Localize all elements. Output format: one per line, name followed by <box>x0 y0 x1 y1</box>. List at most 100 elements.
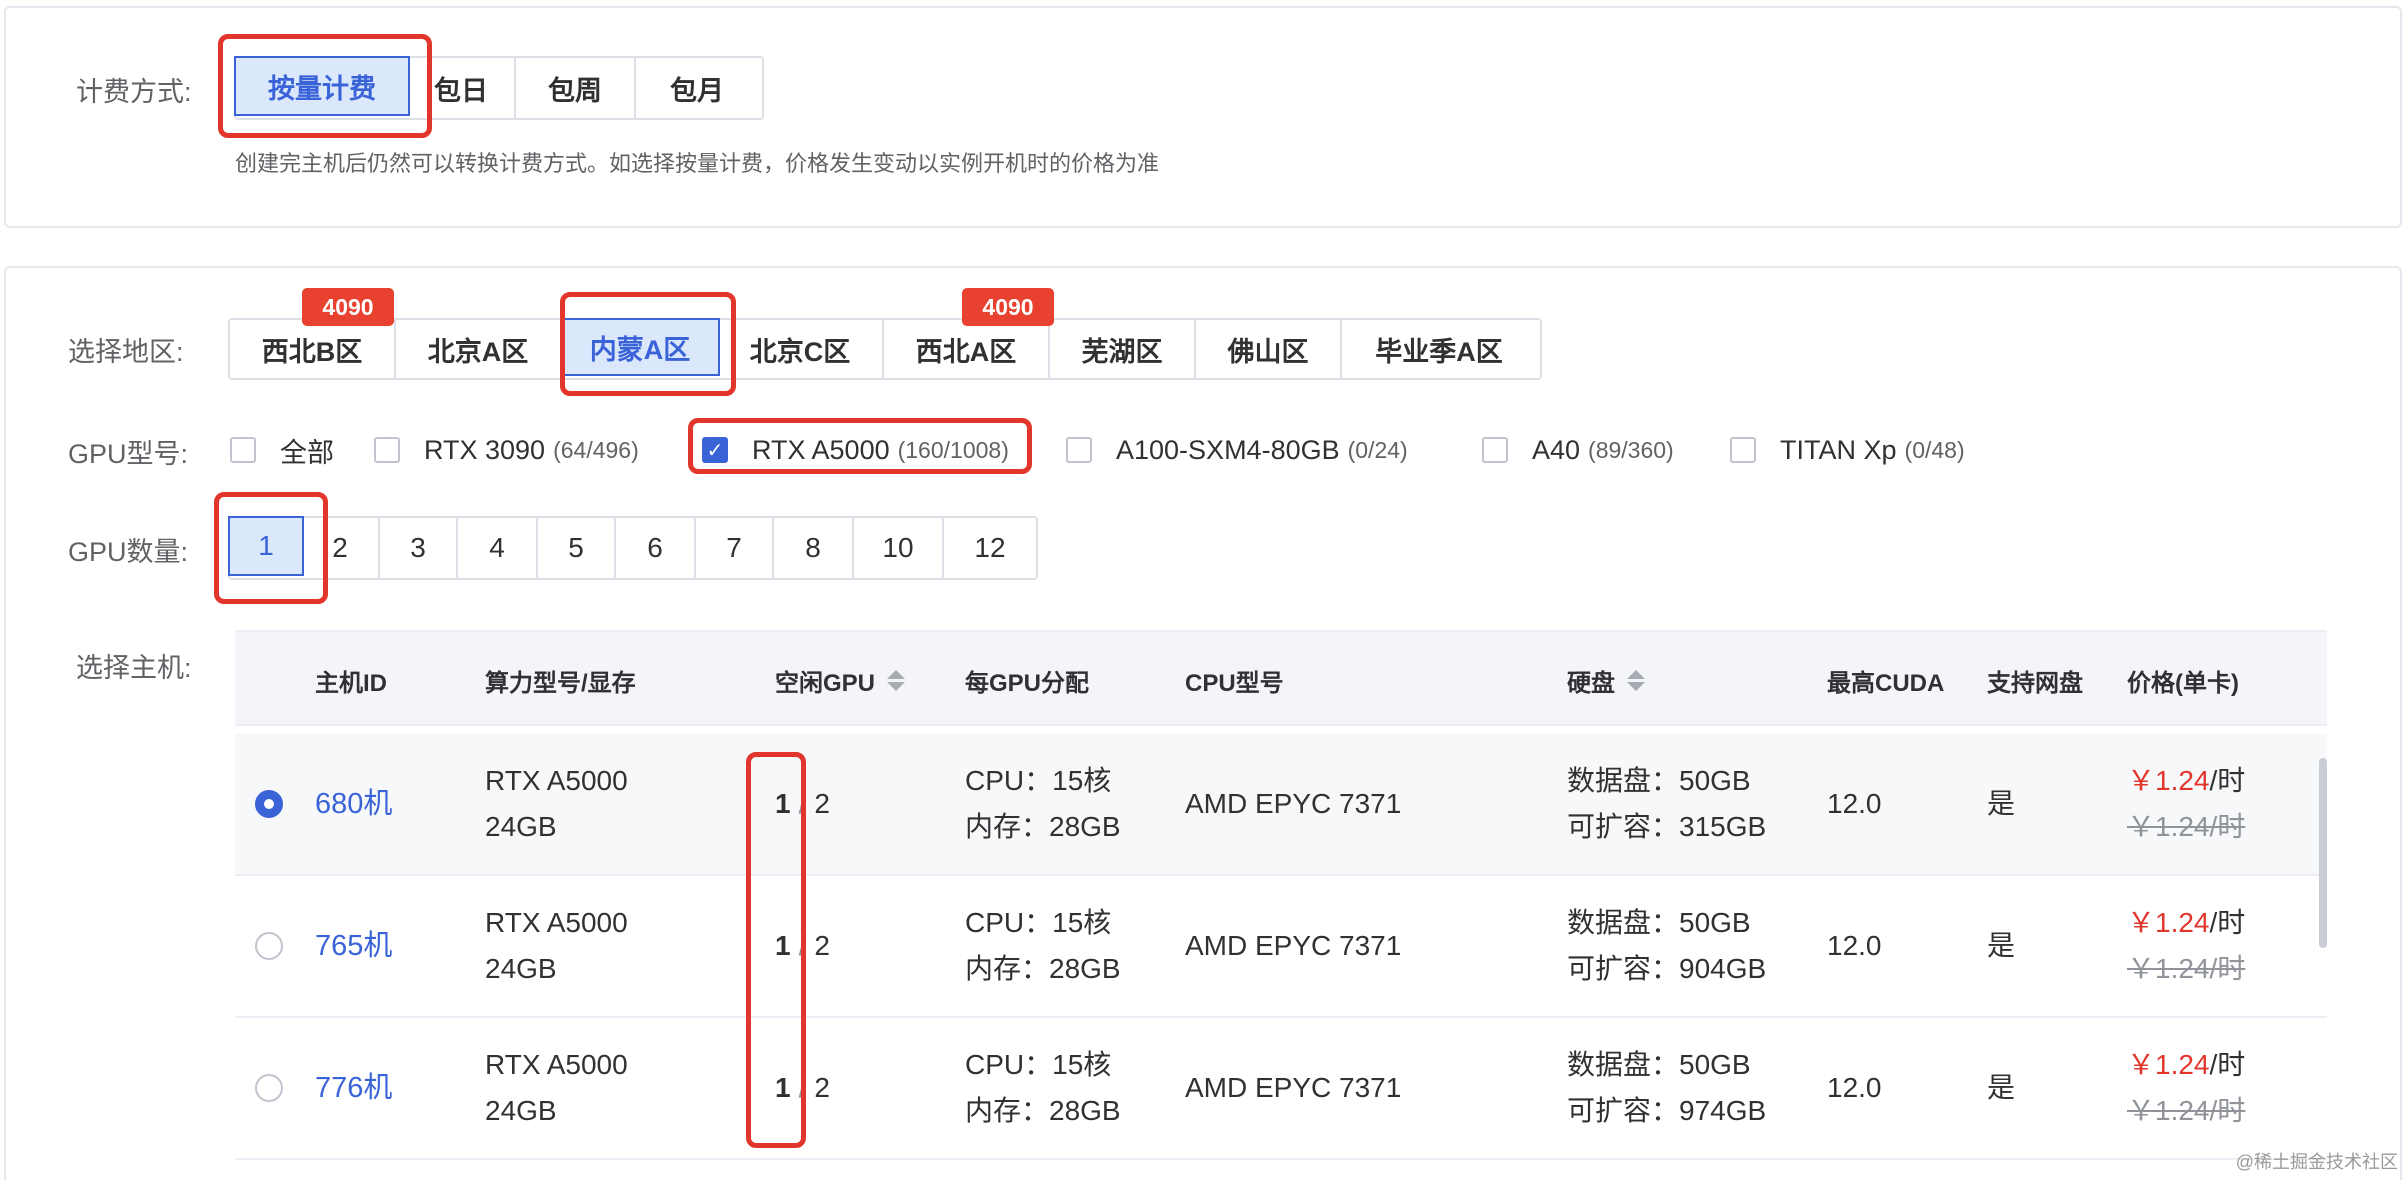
gpu-count-option-7[interactable]: 7 <box>696 518 774 578</box>
gpu-option-rtx3090[interactable]: RTX 3090 (64/496) <box>374 432 639 468</box>
column-free-gpu[interactable]: 空闲GPU <box>775 632 906 728</box>
gpu-option-a40[interactable]: A40 (89/360) <box>1482 432 1674 468</box>
table-row[interactable]: 765机 RTX A5000 24GB 1/2 CPU：15核 内存：28GB AM… <box>235 876 2327 1018</box>
region-label: 选择地区: <box>68 337 184 367</box>
gpu-count-option-6[interactable]: 6 <box>616 518 696 578</box>
column-label: 空闲GPU <box>775 669 876 697</box>
free-gpu: 1 <box>775 1072 791 1103</box>
disk-expandable: 可扩容：315GB <box>1567 811 1767 842</box>
gpu-option-a100[interactable]: A100-SXM4-80GB (0/24) <box>1066 432 1408 468</box>
table-row[interactable]: 680机 RTX A5000 24GB 1/2 CPU：15核 内存：28GB AM… <box>235 734 2327 876</box>
data-disk: 数据盘：50GB <box>1567 1049 1751 1080</box>
column-cpu-model: CPU型号 <box>1185 669 1284 697</box>
billing-option-payg[interactable]: 按量计费 <box>234 56 410 116</box>
checkbox[interactable] <box>230 437 256 463</box>
radio-selected[interactable] <box>255 790 283 818</box>
host-id-link[interactable]: 680机 <box>315 781 392 827</box>
host-id-link[interactable]: 776机 <box>315 1065 392 1111</box>
memory: 内存：28GB <box>965 953 1121 984</box>
gpu-count-option-12[interactable]: 12 <box>944 518 1036 578</box>
gpu-count-label: GPU数量: <box>68 537 189 567</box>
gpu-count-option-1[interactable]: 1 <box>228 516 304 576</box>
gpu-option-all[interactable]: 全部 <box>230 432 334 468</box>
region-option-beijing-c[interactable]: 北京C区 <box>718 320 884 378</box>
price: ￥1.24/时 <box>2127 758 2245 804</box>
region-option-xibei-a[interactable]: 西北A区 <box>884 320 1050 378</box>
gpu-count-option-5[interactable]: 5 <box>538 518 616 578</box>
free-gpu: 1 <box>775 788 791 819</box>
region-badge-xibei-b: 4090 <box>302 288 394 326</box>
gpu-option-name: RTX A5000 <box>752 434 890 465</box>
checkbox[interactable] <box>1730 437 1756 463</box>
netdisk-support: 是 <box>1987 1072 2016 1103</box>
table-header: 主机ID 算力型号/显存 空闲GPU 每GPU分配 CPU型号 硬盘 最高CUD… <box>235 630 2327 726</box>
gpu-count-option-2[interactable]: 2 <box>302 518 380 578</box>
region-option-wuhu[interactable]: 芜湖区 <box>1050 320 1196 378</box>
price-current: ￥1.24 <box>2127 765 2210 796</box>
gpu-option-count: (160/1008) <box>897 436 1009 463</box>
memory: 内存：28GB <box>965 1095 1121 1126</box>
cpu-model: AMD EPYC 7371 <box>1185 788 1402 819</box>
sort-icon[interactable] <box>887 669 906 691</box>
gpu-count-option-8[interactable]: 8 <box>774 518 854 578</box>
column-max-cuda: 最高CUDA <box>1827 669 1945 697</box>
radio-unselected[interactable] <box>255 932 283 960</box>
checkbox[interactable] <box>374 437 400 463</box>
region-badge-xibei-a: 4090 <box>962 288 1054 326</box>
max-cuda: 12.0 <box>1827 930 1882 961</box>
checkbox[interactable] <box>1066 437 1092 463</box>
cpu-cores: CPU：15核 <box>965 765 1112 796</box>
gpu-option-count: (64/496) <box>553 436 639 463</box>
gpu-count-option-3[interactable]: 3 <box>380 518 458 578</box>
price-original: ￥1.24/时 <box>2127 953 2246 984</box>
total-gpu: 2 <box>814 930 830 961</box>
billing-options: 按量计费 包日 包周 包月 <box>234 56 764 120</box>
price-original: ￥1.24/时 <box>2127 811 2246 842</box>
column-disk[interactable]: 硬盘 <box>1567 632 1645 728</box>
max-cuda: 12.0 <box>1827 1072 1882 1103</box>
region-option-neimeng-a[interactable]: 内蒙A区 <box>560 318 720 376</box>
region-option-graduation-a[interactable]: 毕业季A区 <box>1342 320 1536 378</box>
cpu-model: AMD EPYC 7371 <box>1185 930 1402 961</box>
gpu-option-name: RTX 3090 <box>424 434 546 465</box>
radio-unselected[interactable] <box>255 1074 283 1102</box>
cpu-cores: CPU：15核 <box>965 907 1112 938</box>
host-id-link[interactable]: 765机 <box>315 923 392 969</box>
checkbox[interactable] <box>1482 437 1508 463</box>
price-unit: /时 <box>2209 765 2246 796</box>
price-original: ￥1.24/时 <box>2127 1095 2246 1126</box>
gpu-option-rtxa5000[interactable]: ✓ RTX A5000 (160/1008) <box>702 432 1009 468</box>
billing-option-monthly[interactable]: 包月 <box>636 58 758 118</box>
region-options: 西北B区 北京A区 内蒙A区 北京C区 西北A区 芜湖区 佛山区 毕业季A区 <box>228 318 1542 380</box>
column-per-gpu: 每GPU分配 <box>965 669 1090 697</box>
cpu-model: AMD EPYC 7371 <box>1185 1072 1402 1103</box>
cpu-cores: CPU：15核 <box>965 1049 1112 1080</box>
region-option-foshan[interactable]: 佛山区 <box>1196 320 1342 378</box>
table-row[interactable]: 776机 RTX A5000 24GB 1/2 CPU：15核 内存：28GB AM… <box>235 1018 2327 1160</box>
max-cuda: 12.0 <box>1827 788 1882 819</box>
billing-option-daily[interactable]: 包日 <box>408 58 516 118</box>
gpu-vram: 24GB <box>485 1095 557 1126</box>
column-model-vram: 算力型号/显存 <box>485 669 636 697</box>
billing-option-weekly[interactable]: 包周 <box>516 58 636 118</box>
gpu-option-name: A100-SXM4-80GB <box>1116 434 1340 465</box>
gpu-model-label: GPU型号: <box>68 439 189 469</box>
disk-expandable: 可扩容：974GB <box>1567 1095 1767 1126</box>
netdisk-support: 是 <box>1987 788 2016 819</box>
column-label: 硬盘 <box>1567 669 1615 697</box>
gpu-option-count: (0/48) <box>1904 436 1965 463</box>
region-option-xibei-b[interactable]: 西北B区 <box>230 320 396 378</box>
gpu-option-name: TITAN Xp <box>1780 434 1897 465</box>
column-host-id: 主机ID <box>315 669 387 697</box>
gpu-count-option-4[interactable]: 4 <box>458 518 538 578</box>
region-option-beijing-a[interactable]: 北京A区 <box>396 320 562 378</box>
host-table: 主机ID 算力型号/显存 空闲GPU 每GPU分配 CPU型号 硬盘 最高CUD… <box>235 630 2327 1180</box>
gpu-vram: 24GB <box>485 811 557 842</box>
gpu-option-titanxp[interactable]: TITAN Xp (0/48) <box>1730 432 1965 468</box>
gpu-option-name: A40 <box>1532 434 1581 465</box>
gpu-count-option-10[interactable]: 10 <box>854 518 944 578</box>
table-scrollbar[interactable] <box>2319 758 2327 948</box>
sort-icon[interactable] <box>1627 669 1645 691</box>
gpu-model: RTX A5000 <box>485 765 628 796</box>
checkbox-checked[interactable]: ✓ <box>702 437 728 463</box>
